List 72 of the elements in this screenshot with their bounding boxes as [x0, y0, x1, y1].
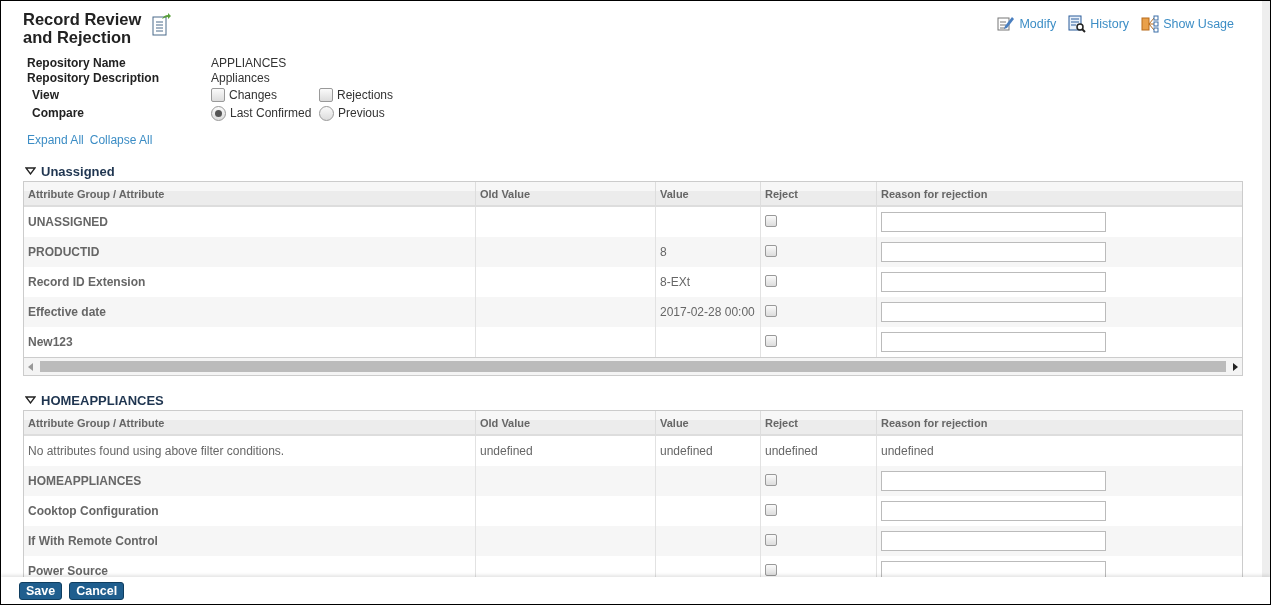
- option-label: Previous: [338, 105, 385, 121]
- column-header: Value: [655, 411, 761, 435]
- pencil-page-icon: [997, 15, 1016, 33]
- arrow-right-icon: [1232, 362, 1238, 371]
- reason-field[interactable]: [881, 501, 1106, 521]
- checkbox[interactable]: [765, 334, 777, 347]
- table-cell: HOMEAPPLIANCES: [24, 466, 476, 496]
- option-label: Last Confirmed: [230, 105, 312, 121]
- table-cell: Record ID Extension: [24, 267, 476, 297]
- reason-field[interactable]: [881, 302, 1106, 322]
- table-cell: Effective date: [24, 297, 476, 327]
- column-header: Reason for rejection: [876, 182, 1242, 206]
- section-title: HOMEAPPLIANCES: [41, 392, 164, 408]
- link[interactable]: Collapse All: [89, 133, 153, 147]
- option-label: Rejections: [337, 87, 394, 103]
- page-title: Record Review and Rejection: [23, 10, 143, 46]
- table-cell: No attributes found using above filter conditions.: [24, 435, 476, 466]
- field-label: Repository Name: [27, 56, 127, 71]
- document-icon: [151, 13, 171, 37]
- reason-field[interactable]: [881, 242, 1106, 262]
- checkbox[interactable]: [765, 304, 777, 317]
- table-cell: Power Source: [24, 556, 476, 577]
- link[interactable]: Expand All: [27, 133, 84, 147]
- column-header: Old Value: [475, 182, 656, 206]
- checkbox[interactable]: [765, 533, 777, 546]
- reason-field[interactable]: [881, 272, 1106, 292]
- field-label: View: [31, 87, 61, 104]
- reason-field[interactable]: [881, 332, 1106, 352]
- checkbox[interactable]: [765, 274, 777, 287]
- reason-field[interactable]: [881, 531, 1106, 551]
- header-link[interactable]: History: [1090, 17, 1130, 31]
- checkbox[interactable]: [319, 88, 333, 102]
- hierarchy-icon: [1141, 15, 1160, 33]
- column-header: Old Value: [475, 411, 656, 435]
- checkbox[interactable]: [765, 473, 777, 486]
- table-cell: PRODUCTID: [24, 237, 476, 267]
- column-header: Reason for rejection: [876, 411, 1242, 435]
- reason-field[interactable]: [881, 471, 1106, 491]
- header-link[interactable]: Modify: [1019, 17, 1057, 31]
- column-header: Attribute Group / Attribute: [24, 182, 476, 206]
- option-label: Changes: [229, 87, 278, 103]
- arrow-left-icon: [28, 362, 34, 371]
- table-cell: UNASSIGNED: [24, 206, 476, 237]
- radio-button[interactable]: [211, 105, 226, 121]
- field-label: Repository Description: [27, 71, 161, 86]
- table-cell: Cooktop Configuration: [24, 496, 476, 526]
- table-cell: 2017-02-28 00:00: [655, 297, 761, 327]
- column-header: Reject: [760, 411, 877, 435]
- checkbox[interactable]: [765, 244, 777, 257]
- table-cell: If With Remote Control: [24, 526, 476, 556]
- table-cell: 8: [655, 237, 761, 267]
- reason-field[interactable]: [881, 212, 1106, 232]
- list-magnifier-icon: [1068, 15, 1087, 33]
- header-link[interactable]: Show Usage: [1163, 17, 1234, 31]
- checkbox[interactable]: [211, 88, 225, 102]
- horizontal-scrollbar[interactable]: [24, 357, 1242, 375]
- field-value: APPLIANCES: [211, 56, 288, 71]
- checkbox[interactable]: [765, 214, 777, 227]
- column-header: Value: [655, 182, 761, 206]
- table-cell: New123: [24, 327, 476, 357]
- footer-button[interactable]: Save: [19, 581, 63, 600]
- field-label: Compare: [31, 105, 85, 122]
- checkbox[interactable]: [765, 563, 777, 576]
- footer-button[interactable]: Cancel: [69, 581, 125, 600]
- column-header: Reject: [760, 182, 877, 206]
- reason-field[interactable]: [881, 561, 1106, 577]
- vertical-scrollbar[interactable]: [1262, 1, 1270, 577]
- checkbox[interactable]: [765, 503, 777, 516]
- radio-button[interactable]: [319, 105, 334, 121]
- field-value: Appliances: [211, 71, 271, 86]
- section-title: Unassigned: [41, 163, 115, 179]
- column-header: Attribute Group / Attribute: [24, 411, 476, 435]
